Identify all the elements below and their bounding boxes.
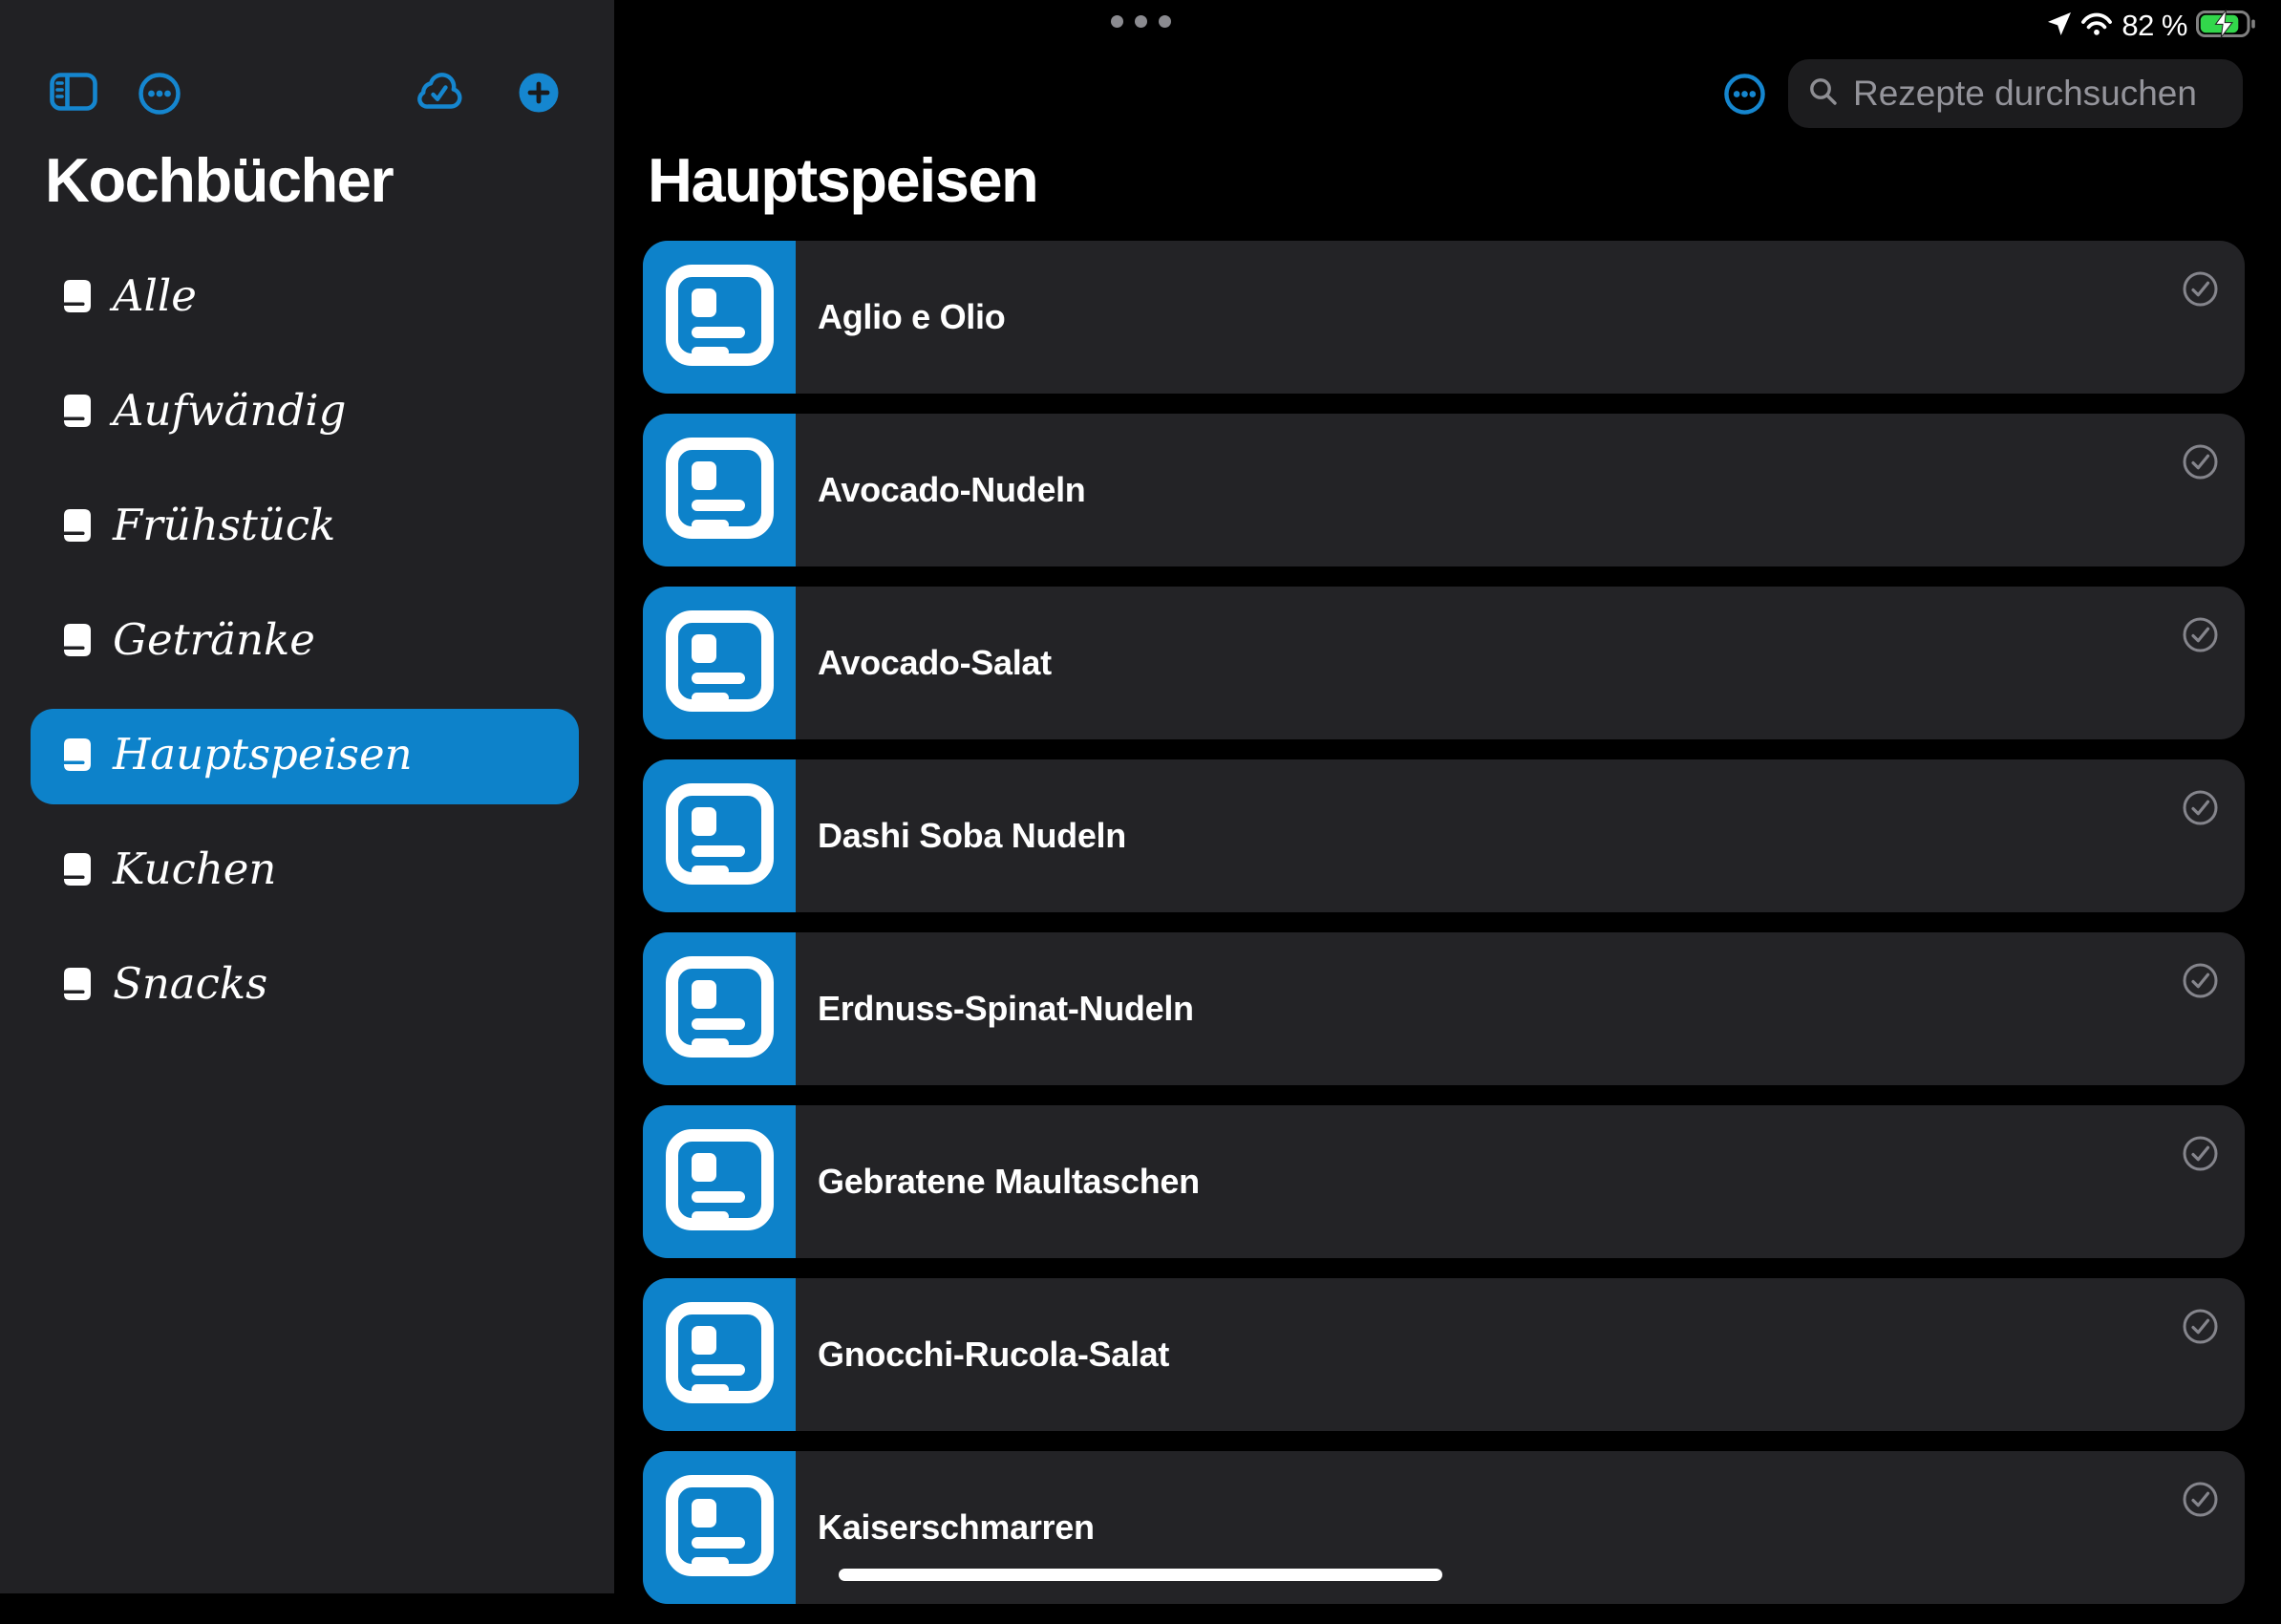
wifi-icon xyxy=(2080,11,2113,41)
checkmark-circle-icon xyxy=(2183,1333,2218,1347)
checkmark-circle-icon xyxy=(2183,814,2218,828)
recipe-thumbnail xyxy=(643,1105,796,1258)
location-icon xyxy=(2047,11,2072,41)
plus-circle-icon xyxy=(519,101,559,116)
recipe-thumbnail xyxy=(643,414,796,566)
recipe-row-avocado-nudeln[interactable]: Avocado-Nudeln xyxy=(643,414,2245,566)
sidebar-item-label: Hauptspeisen xyxy=(113,733,413,781)
checkmark-circle-icon xyxy=(2183,987,2218,1001)
recipe-check-button[interactable] xyxy=(2183,1309,2218,1344)
sidebar-item-snacks[interactable]: Snacks xyxy=(31,938,579,1034)
recipe-row-avocado-salat[interactable]: Avocado-Salat xyxy=(643,587,2245,739)
recipe-card-icon xyxy=(665,1301,775,1409)
recipe-thumbnail xyxy=(643,759,796,912)
book-icon xyxy=(64,395,91,432)
recipe-title: Erdnuss-Spinat-Nudeln xyxy=(818,989,1194,1029)
recipe-check-button[interactable] xyxy=(2183,963,2218,998)
add-cookbook-button[interactable] xyxy=(519,73,559,116)
checkmark-circle-icon xyxy=(2183,468,2218,482)
home-indicator[interactable] xyxy=(839,1569,1442,1581)
recipe-check-button[interactable] xyxy=(2183,444,2218,480)
sidebar-title: Kochbücher xyxy=(45,149,393,211)
recipe-row-gebratene-maultaschen[interactable]: Gebratene Maultaschen xyxy=(643,1105,2245,1258)
sidebar-item-getränke[interactable]: Getränke xyxy=(31,594,579,690)
status-bar: 82 % xyxy=(2047,9,2257,43)
page-title: Hauptspeisen xyxy=(648,149,1037,211)
sidebar-item-label: Getränke xyxy=(113,618,315,667)
search-input[interactable] xyxy=(1853,74,2223,114)
recipe-card-icon xyxy=(665,955,775,1063)
sidebar-item-hauptspeisen[interactable]: Hauptspeisen xyxy=(31,709,579,804)
search-icon xyxy=(1808,76,1839,112)
multitask-handle[interactable] xyxy=(1111,15,1171,28)
book-icon xyxy=(64,509,91,546)
recipe-card-icon xyxy=(665,782,775,890)
recipe-row-aglio-e-olio[interactable]: Aglio e Olio xyxy=(643,241,2245,394)
sidebar-item-label: Snacks xyxy=(113,962,267,1011)
book-icon xyxy=(64,738,91,776)
sidebar: Kochbücher Alle Aufwändig Frühstück Get xyxy=(0,0,614,1593)
icloud-sync-button[interactable] xyxy=(415,73,466,116)
book-icon xyxy=(64,280,91,317)
search-field xyxy=(1788,59,2243,128)
recipe-title: Avocado-Salat xyxy=(818,643,1052,683)
sidebar-item-kuchen[interactable]: Kuchen xyxy=(31,823,579,919)
battery-charging-icon xyxy=(2196,10,2257,43)
ellipsis-circle-icon xyxy=(1724,103,1765,118)
recipe-check-button[interactable] xyxy=(2183,271,2218,307)
recipe-title: Dashi Soba Nudeln xyxy=(818,816,1126,856)
sidebar-item-label: Frühstück xyxy=(113,503,335,552)
recipe-card-icon xyxy=(665,264,775,372)
recipe-card-icon xyxy=(665,1128,775,1236)
sidebar-item-frühstück[interactable]: Frühstück xyxy=(31,480,579,575)
sidebar-list: Alle Aufwändig Frühstück Getränke Haupts xyxy=(31,250,579,1053)
recipe-title: Gnocchi-Rucola-Salat xyxy=(818,1335,1169,1375)
recipe-list: Aglio e Olio Avocado-Nudeln xyxy=(643,241,2245,1624)
recipe-card-icon xyxy=(665,609,775,717)
battery-percent: 82 % xyxy=(2121,9,2187,43)
checkmark-circle-icon xyxy=(2183,295,2218,310)
recipe-row-dashi-soba-nudeln[interactable]: Dashi Soba Nudeln xyxy=(643,759,2245,912)
recipe-row-kaiserschmarren[interactable]: Kaiserschmarren xyxy=(643,1451,2245,1604)
sidebar-more-button[interactable] xyxy=(139,73,181,118)
recipe-row-erdnuss-spinat-nudeln[interactable]: Erdnuss-Spinat-Nudeln xyxy=(643,932,2245,1085)
recipe-thumbnail xyxy=(643,1278,796,1431)
book-icon xyxy=(64,853,91,890)
cloud-check-icon xyxy=(415,101,466,116)
book-icon xyxy=(64,624,91,661)
recipe-title: Kaiserschmarren xyxy=(818,1507,1095,1548)
ellipsis-circle-icon xyxy=(139,103,181,118)
recipe-thumbnail xyxy=(643,241,796,394)
recipe-card-icon xyxy=(665,1474,775,1582)
recipe-check-button[interactable] xyxy=(2183,1136,2218,1171)
recipe-card-icon xyxy=(665,437,775,545)
recipe-title: Avocado-Nudeln xyxy=(818,470,1085,510)
sidebar-item-aufwändig[interactable]: Aufwändig xyxy=(31,365,579,460)
recipes-more-button[interactable] xyxy=(1724,74,1765,115)
sidebar-item-label: Aufwändig xyxy=(113,389,346,438)
recipe-thumbnail xyxy=(643,587,796,739)
recipe-thumbnail xyxy=(643,1451,796,1604)
checkmark-circle-icon xyxy=(2183,641,2218,655)
sidebar-toggle-icon xyxy=(50,99,97,114)
recipe-thumbnail xyxy=(643,932,796,1085)
recipe-check-button[interactable] xyxy=(2183,617,2218,652)
sidebar-item-label: Alle xyxy=(113,274,197,323)
recipe-check-button[interactable] xyxy=(2183,790,2218,825)
sidebar-item-alle[interactable]: Alle xyxy=(31,250,579,346)
checkmark-circle-icon xyxy=(2183,1506,2218,1520)
toggle-sidebar-button[interactable] xyxy=(50,73,97,114)
recipe-title: Aglio e Olio xyxy=(818,297,1005,337)
book-icon xyxy=(64,968,91,1005)
recipe-check-button[interactable] xyxy=(2183,1482,2218,1517)
recipe-title: Gebratene Maultaschen xyxy=(818,1162,1200,1202)
sidebar-item-label: Kuchen xyxy=(113,847,276,896)
checkmark-circle-icon xyxy=(2183,1160,2218,1174)
recipe-row-gnocchi-rucola-salat[interactable]: Gnocchi-Rucola-Salat xyxy=(643,1278,2245,1431)
